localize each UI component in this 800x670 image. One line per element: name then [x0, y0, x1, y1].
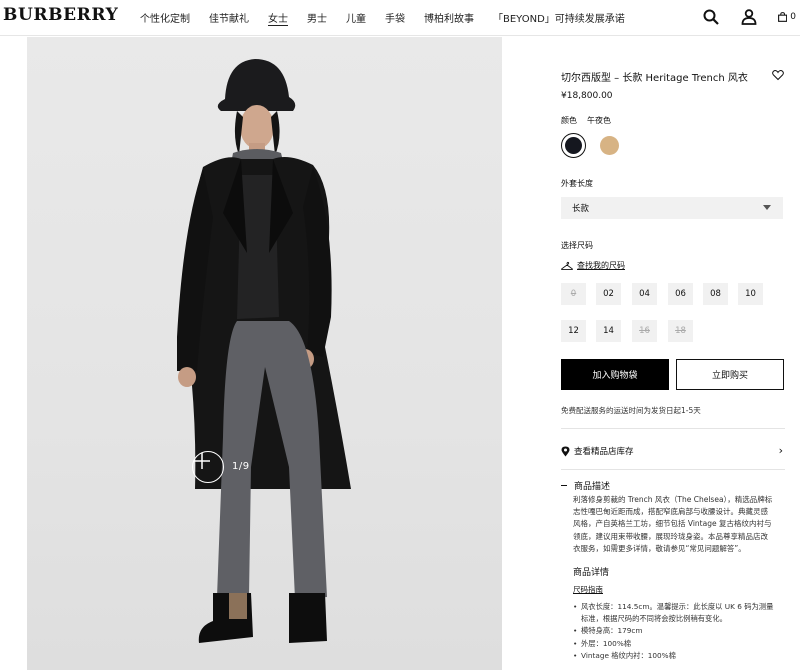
- description-line: 志性嘎巴甸近距而成，搭配窄底肩部与收腰设计。典藏灵感: [573, 507, 768, 517]
- product-panel: 切尔西版型 – 长款 Heritage Trench 风衣 ¥18,800.00…: [561, 37, 786, 670]
- nav-item-men[interactable]: 男士: [307, 10, 327, 25]
- fit-guide-link[interactable]: 尺码指南: [573, 584, 603, 595]
- product-price: ¥18,800.00: [561, 91, 613, 101]
- detail-item: 风衣长度：114.5cm。温馨提示：此长度以 UK 6 码为测量标准，根据尺码的…: [573, 601, 785, 625]
- nav-item-women[interactable]: 女士: [268, 10, 288, 25]
- site-header: BURBERRY 个性化定制 佳节献礼 女士 男士 儿童 手袋 博柏利故事 「B…: [0, 0, 800, 36]
- bag-icon: [778, 12, 788, 22]
- nav-item-stories[interactable]: 博柏利故事: [424, 10, 474, 25]
- plus-icon: [194, 453, 210, 469]
- nav-item-personalisation[interactable]: 个性化定制: [140, 10, 190, 25]
- buy-now-button[interactable]: 立即购买: [676, 359, 784, 390]
- size-option[interactable]: 16: [632, 320, 657, 342]
- wishlist-heart-icon[interactable]: [772, 69, 784, 81]
- account-icon[interactable]: [740, 8, 758, 26]
- nav-item-beyond[interactable]: 「BEYOND」可持续发展承诺: [493, 10, 625, 25]
- description-body: 利落修身剪裁的 Trench 风衣（The Chelsea），精选品牌标 志性嘎…: [573, 494, 785, 555]
- size-option[interactable]: 12: [561, 320, 586, 342]
- bag-count: 0: [790, 12, 796, 22]
- size-option[interactable]: 06: [668, 283, 693, 305]
- size-option[interactable]: 10: [738, 283, 763, 305]
- detail-item: 外层：100%棉: [573, 638, 785, 650]
- bag-button[interactable]: 0: [778, 8, 796, 26]
- size-option[interactable]: 18: [668, 320, 693, 342]
- divider: [561, 428, 785, 429]
- main-nav: 个性化定制 佳节献礼 女士 男士 儿童 手袋 博柏利故事 「BEYOND」可持续…: [140, 10, 644, 25]
- coat-length-label: 外套长度: [561, 179, 593, 188]
- description-line: 领底，建议用束带收腰，展现玲珑身姿。本品尊享精品店改: [573, 531, 768, 541]
- brand-logo[interactable]: BURBERRY: [3, 5, 118, 25]
- header-icons: 0: [682, 8, 796, 26]
- zoom-button[interactable]: [192, 451, 224, 483]
- search-icon[interactable]: [702, 8, 720, 26]
- color-swatch-midnight[interactable]: [561, 133, 586, 158]
- coat-length-value: 长款: [572, 204, 590, 214]
- details-title: 商品详情: [573, 568, 610, 578]
- product-image[interactable]: 1/9: [27, 37, 502, 670]
- description-line: 利落修身剪裁的 Trench 风衣（The Chelsea），精选品牌标: [573, 495, 773, 504]
- color-label-row: 颜色 午夜色: [561, 115, 621, 126]
- chevron-right-icon: ›: [778, 444, 783, 457]
- nav-item-gifts[interactable]: 佳节献礼: [209, 10, 249, 25]
- details-list: 风衣长度：114.5cm。温馨提示：此长度以 UK 6 码为测量标准，根据尺码的…: [573, 601, 785, 662]
- coat-length-select[interactable]: 长款: [561, 197, 783, 219]
- size-option[interactable]: 04: [632, 283, 657, 305]
- model-illustration: [177, 59, 351, 643]
- detail-text: 标准，根据尺码的不同将会按比例稍有变化。: [581, 614, 727, 624]
- divider: [561, 469, 785, 470]
- size-option[interactable]: 14: [596, 320, 621, 342]
- swatch-fill: [600, 136, 619, 155]
- store-stock-text: 查看精品店库存: [574, 447, 634, 457]
- detail-item: 模特身高：179cm: [573, 625, 785, 637]
- description-toggle[interactable]: 商品描述: [561, 479, 610, 492]
- selected-color-name: 午夜色: [587, 116, 611, 125]
- description-title: 商品描述: [574, 482, 611, 492]
- size-option[interactable]: 02: [596, 283, 621, 305]
- product-title: 切尔西版型 – 长款 Heritage Trench 风衣: [561, 73, 748, 84]
- color-label: 颜色: [561, 116, 577, 125]
- left-gutter: [0, 37, 27, 670]
- hanger-icon: [561, 261, 573, 270]
- detail-item: Vintage 格纹内衬：100%棉: [573, 650, 785, 662]
- size-label: 选择尺码: [561, 241, 593, 250]
- shipping-note: 免费配送服务的运送时间为发货日起1-5天: [561, 406, 701, 415]
- color-swatch-honey[interactable]: [597, 133, 622, 158]
- size-finder-text: 查找我的尺码: [577, 261, 625, 270]
- description-line: 衣服务，如需更多详情，敬请参见“常见问题解答”。: [573, 543, 746, 553]
- swatch-fill: [565, 137, 582, 154]
- nav-item-bags[interactable]: 手袋: [385, 10, 405, 25]
- size-finder-link[interactable]: 查找我的尺码: [561, 260, 625, 271]
- chevron-down-icon: [763, 205, 771, 210]
- minus-icon: [561, 485, 567, 486]
- nav-item-children[interactable]: 儿童: [346, 10, 366, 25]
- image-counter: 1/9: [232, 461, 250, 472]
- size-option[interactable]: 08: [703, 283, 728, 305]
- description-line: 风格，产自英格兰工坊，细节包括 Vintage 复古格纹内衬与: [573, 519, 772, 529]
- store-stock-row[interactable]: 查看精品店库存 ›: [561, 444, 785, 458]
- detail-text: 风衣长度：114.5cm。温馨提示：此长度以 UK 6 码为测量: [581, 602, 774, 611]
- location-pin-icon: [561, 446, 570, 456]
- add-to-bag-button[interactable]: 加入购物袋: [561, 359, 669, 390]
- size-option[interactable]: 0: [561, 283, 586, 305]
